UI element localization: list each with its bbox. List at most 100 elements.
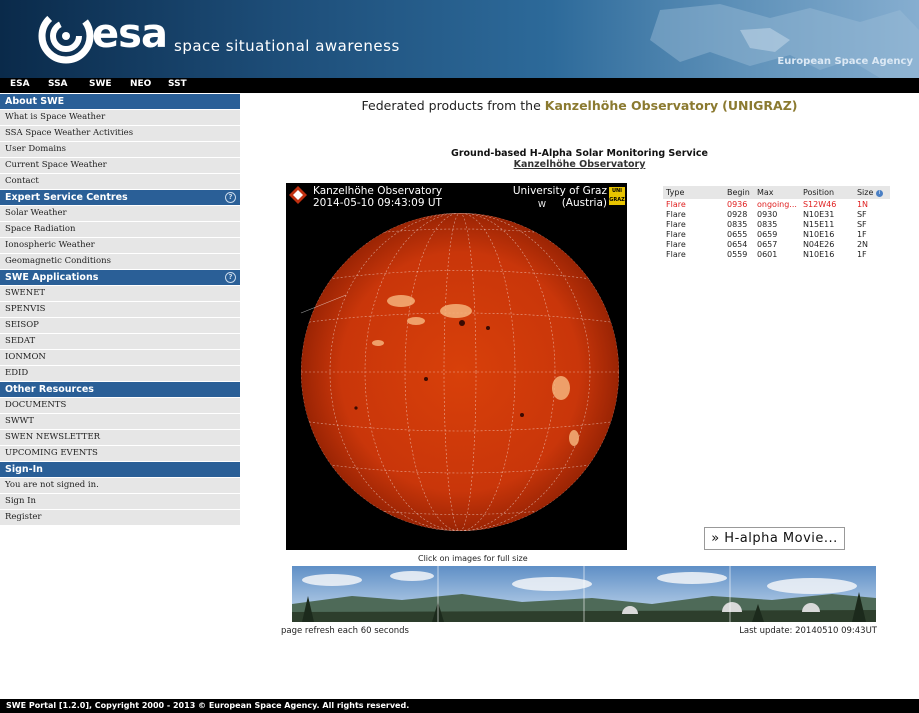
page-title-prefix: Federated products from the xyxy=(361,98,541,113)
flare-max: ongoing... xyxy=(757,199,797,209)
flare-type: Flare xyxy=(666,199,686,209)
kso-logo-icon xyxy=(289,186,307,204)
solar-observatory-name: Kanzelhöhe Observatory xyxy=(313,185,443,197)
halpha-movie-button[interactable]: » H-alpha Movie... xyxy=(704,527,845,550)
help-icon[interactable]: ? xyxy=(225,272,236,283)
section-about-swe: About SWE xyxy=(0,94,240,109)
flare-position: N10E16 xyxy=(802,249,835,259)
solar-country: (Austria) xyxy=(561,197,607,209)
flare-max: 0601 xyxy=(757,249,778,259)
col-type: Type xyxy=(663,186,724,199)
flare-position: N10E31 xyxy=(802,209,835,219)
flare-size: 1F xyxy=(856,249,867,259)
sidebar-item-swwt[interactable]: SWWT xyxy=(0,414,240,429)
flare-begin: 0928 xyxy=(727,209,748,219)
flare-size: 1F xyxy=(856,229,867,239)
esa-logo-text[interactable]: esa xyxy=(92,14,168,54)
flare-table-header: Type Begin Max Position Size i xyxy=(663,186,890,199)
info-icon[interactable]: i xyxy=(875,190,883,197)
col-position: Position xyxy=(799,186,854,199)
flare-size: SF xyxy=(856,209,867,219)
service-title: Ground-based H-Alpha Solar Monitoring Se… xyxy=(451,148,708,159)
flare-max: 0657 xyxy=(757,239,778,249)
refresh-note: page refresh each 60 seconds xyxy=(281,626,409,636)
table-row: Flare 0559 0601 N10E16 1F xyxy=(663,249,890,259)
sidebar-item-swenet[interactable]: SWENET xyxy=(0,286,240,301)
col-max: Max xyxy=(754,186,800,199)
sidebar: About SWE What is Space Weather SSA Spac… xyxy=(0,94,240,526)
flare-size: 1N xyxy=(856,199,869,209)
header-banner: esa space situational awareness European… xyxy=(0,0,919,78)
nav-ssa[interactable]: SSA xyxy=(48,79,68,89)
flare-begin: 0936 xyxy=(727,199,748,209)
sun-disk xyxy=(300,213,619,531)
help-icon[interactable]: ? xyxy=(225,192,236,203)
flare-type: Flare xyxy=(666,239,686,249)
click-note: Click on images for full size xyxy=(418,554,528,563)
nav-swe[interactable]: SWE xyxy=(89,79,112,89)
flare-type: Flare xyxy=(666,249,686,259)
flare-position: N04E26 xyxy=(802,239,835,249)
page-title: Federated products from the Kanzelhöhe O… xyxy=(240,98,919,113)
observatory-panorama-image[interactable] xyxy=(292,566,876,622)
nav-esa[interactable]: ESA xyxy=(10,79,30,89)
sidebar-item-spenvis[interactable]: SPENVIS xyxy=(0,302,240,317)
sidebar-item-user-domains[interactable]: User Domains xyxy=(0,142,240,157)
flare-max: 0835 xyxy=(757,219,778,229)
banner-tagline: space situational awareness xyxy=(174,37,400,55)
solar-image-header-right: University of Graz (Austria) xyxy=(513,185,607,209)
flare-position: N10E16 xyxy=(802,229,835,239)
table-row: Flare 0654 0657 N04E26 2N xyxy=(663,239,890,249)
nav-sst[interactable]: SST xyxy=(168,79,187,89)
solar-halpha-image[interactable]: Kanzelhöhe Observatory 2014-05-10 09:43:… xyxy=(286,183,627,550)
flare-type: Flare xyxy=(666,219,686,229)
sidebar-item-contact[interactable]: Contact xyxy=(0,174,240,189)
table-row: Flare 0928 0930 N10E31 SF xyxy=(663,209,890,219)
flare-max: 0659 xyxy=(757,229,778,239)
sidebar-item-upcoming-events[interactable]: UPCOMING EVENTS xyxy=(0,446,240,461)
sidebar-item-current-space-weather[interactable]: Current Space Weather xyxy=(0,158,240,173)
flare-type: Flare xyxy=(666,229,686,239)
sidebar-item-ionospheric-weather[interactable]: Ionospheric Weather xyxy=(0,238,240,253)
sidebar-item-space-radiation[interactable]: Space Radiation xyxy=(0,222,240,237)
table-row: Flare 0655 0659 N10E16 1F xyxy=(663,229,890,239)
flare-size: SF xyxy=(856,219,867,229)
sign-in-status: You are not signed in. xyxy=(0,478,240,493)
section-other-resources: Other Resources xyxy=(0,382,240,397)
sidebar-item-solar-weather[interactable]: Solar Weather xyxy=(0,206,240,221)
flare-begin: 0835 xyxy=(727,219,748,229)
sidebar-item-ssa-activities[interactable]: SSA Space Weather Activities xyxy=(0,126,240,141)
flare-begin: 0654 xyxy=(727,239,748,249)
sidebar-item-seisop[interactable]: SEISOP xyxy=(0,318,240,333)
col-size: Size i xyxy=(853,186,890,199)
sidebar-item-geomagnetic-conditions[interactable]: Geomagnetic Conditions xyxy=(0,254,240,269)
flare-position: N15E11 xyxy=(802,219,835,229)
sidebar-item-sign-in[interactable]: Sign In xyxy=(0,494,240,509)
flare-begin: 0655 xyxy=(727,229,748,239)
table-row: Flare 0835 0835 N15E11 SF xyxy=(663,219,890,229)
sidebar-item-swen-newsletter[interactable]: SWEN NEWSLETTER xyxy=(0,430,240,445)
top-nav: ESA SSA SWE NEO SST xyxy=(0,78,919,93)
flare-size: 2N xyxy=(856,239,869,249)
table-row: Flare 0936 ongoing... S12W46 1N xyxy=(663,199,890,209)
west-marker: W xyxy=(538,200,546,209)
sidebar-item-edid[interactable]: EDID xyxy=(0,366,240,381)
last-update: Last update: 20140510 09:43UT xyxy=(739,626,877,636)
service-subtitle-link[interactable]: Kanzelhöhe Observatory xyxy=(240,159,919,170)
flare-type: Flare xyxy=(666,209,686,219)
nav-neo[interactable]: NEO xyxy=(130,79,151,89)
section-expert-service-centres: Expert Service Centres? xyxy=(0,190,240,205)
sidebar-item-register[interactable]: Register xyxy=(0,510,240,525)
observatory-link[interactable]: Kanzelhöhe Observatory xyxy=(545,98,718,113)
uni-graz-logo: UNI GRAZ xyxy=(609,187,625,205)
solar-image-header-left: Kanzelhöhe Observatory 2014-05-10 09:43:… xyxy=(313,185,442,209)
unigraz-link[interactable]: (UNIGRAZ) xyxy=(722,98,797,113)
flare-begin: 0559 xyxy=(727,249,748,259)
sidebar-item-what-is-space-weather[interactable]: What is Space Weather xyxy=(0,110,240,125)
col-begin: Begin xyxy=(724,186,754,199)
solar-university: University of Graz xyxy=(512,185,607,197)
sidebar-item-documents[interactable]: DOCUMENTS xyxy=(0,398,240,413)
sidebar-item-sedat[interactable]: SEDAT xyxy=(0,334,240,349)
sidebar-item-ionmon[interactable]: IONMON xyxy=(0,350,240,365)
flare-table: Type Begin Max Position Size i Flare 093… xyxy=(663,186,890,259)
